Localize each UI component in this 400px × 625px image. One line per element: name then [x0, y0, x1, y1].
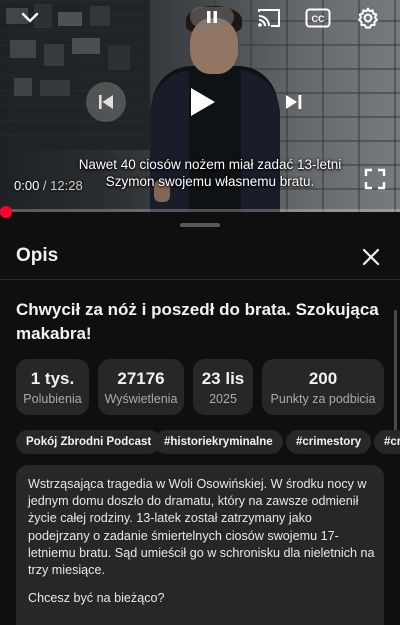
stat-views: 27176 Wyświetlenia: [98, 359, 184, 415]
drag-handle[interactable]: [180, 223, 220, 227]
tag-chip[interactable]: #historiekryminalne: [154, 430, 283, 454]
skip-previous-icon[interactable]: [86, 82, 126, 122]
playback-time: 0:00 / 12:28: [14, 178, 83, 193]
stat-label: Polubienia: [23, 392, 82, 406]
scrollbar[interactable]: [394, 310, 397, 440]
video-captions: Nawet 40 ciosów nożem miał zadać 13-letn…: [50, 156, 370, 190]
progress-bar[interactable]: [0, 209, 400, 212]
current-time: 0:00: [14, 178, 40, 193]
stat-label: 2025: [209, 392, 237, 406]
video-title: Chwycił za nóż i poszedł do brata. Szoku…: [16, 300, 379, 343]
description-cta: Chcesz być na bieżąco?: [28, 591, 165, 605]
pause-icon[interactable]: [190, 7, 234, 27]
panel-header: Opis: [0, 232, 400, 280]
progress-scrubber-handle[interactable]: [0, 206, 12, 218]
stat-value: 27176: [117, 369, 165, 388]
gear-icon[interactable]: [354, 4, 382, 32]
play-icon[interactable]: [178, 78, 226, 126]
svg-text:CC: CC: [312, 14, 325, 24]
hashtag-row: Pokój Zbrodni Podcast #historiekryminaln…: [16, 430, 400, 454]
stat-label: Punkty za podbicia: [270, 392, 376, 406]
stat-value: 1 tys.: [30, 369, 75, 388]
caption-line: Nawet 40 ciosów nożem miał zadać 13-letn…: [78, 157, 342, 172]
skip-next-icon[interactable]: [276, 84, 312, 120]
description-text: Wstrząsająca tragedia w Woli Osowińskiej…: [28, 477, 375, 578]
closed-captions-icon[interactable]: CC: [304, 6, 332, 30]
tag-chip[interactable]: #crime: [374, 430, 400, 454]
stat-publish-date: 23 lis 2025: [193, 359, 253, 415]
description-panel: Opis Chwycił za nóż i poszedł do brata. …: [0, 218, 400, 625]
stat-value: 23 lis: [201, 369, 245, 388]
close-icon: [362, 248, 380, 266]
video-player[interactable]: CC Nawet 40 ciosów nożem miał zadać 13-l…: [0, 0, 400, 212]
tag-chip[interactable]: Pokój Zbrodni Podcast: [16, 430, 162, 454]
caption-line: Szymon swojemu własnemu bratu.: [105, 174, 315, 189]
close-button[interactable]: [356, 242, 386, 272]
chevron-down-icon[interactable]: [16, 6, 44, 30]
cast-icon[interactable]: [254, 6, 284, 30]
panel-title: Opis: [16, 245, 59, 266]
time-separator: /: [39, 178, 51, 193]
stat-label: Wyświetlenia: [104, 392, 178, 406]
stat-value: 200: [308, 369, 338, 388]
video-stats: 1 tys. Polubienia 27176 Wyświetlenia 23 …: [16, 359, 384, 415]
tag-chip[interactable]: #crimestory: [286, 430, 372, 454]
stat-likes: 1 tys. Polubienia: [16, 359, 89, 415]
description-box[interactable]: Wstrząsająca tragedia w Woli Osowińskiej…: [16, 465, 384, 625]
total-duration: 12:28: [50, 178, 83, 193]
stat-boost-points[interactable]: 200 Punkty za podbicia: [262, 359, 384, 415]
